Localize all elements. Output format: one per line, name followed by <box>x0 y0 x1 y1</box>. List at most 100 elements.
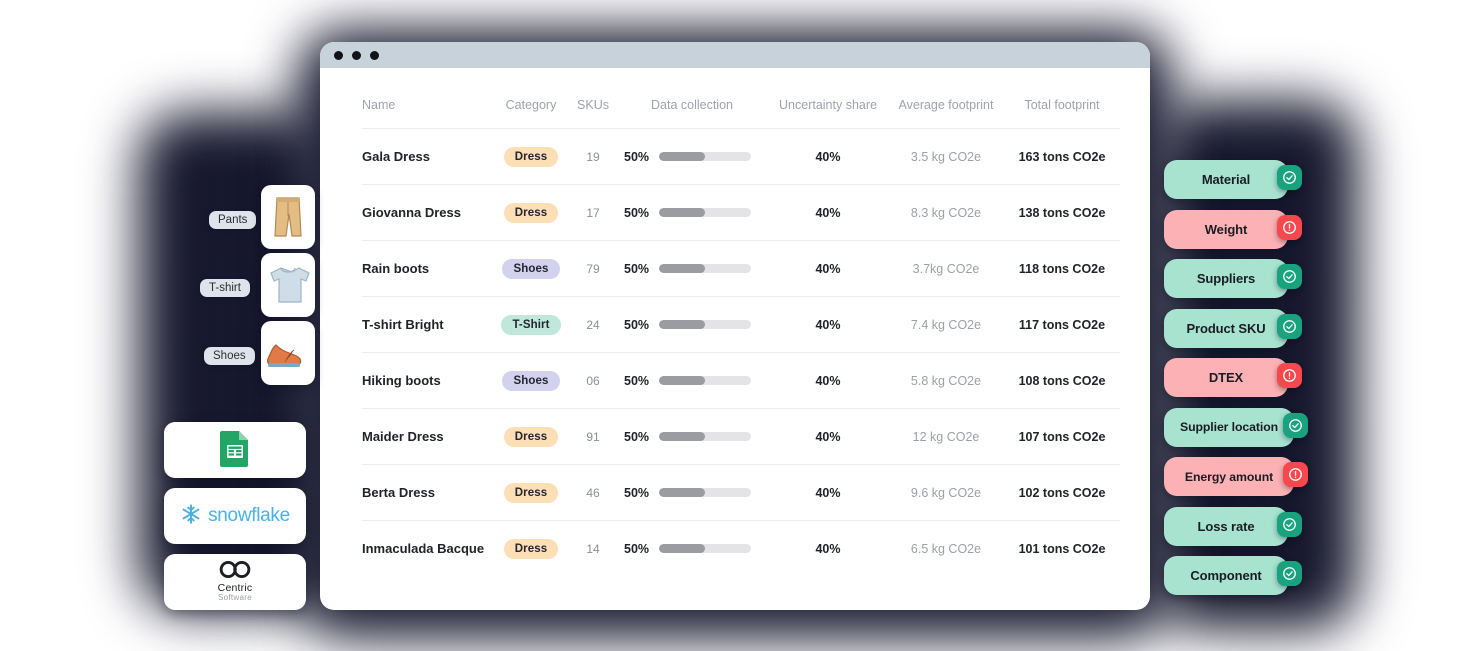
category-pill[interactable]: Dress <box>503 482 559 503</box>
alert-circle-icon[interactable] <box>1277 363 1302 388</box>
cell-average-footprint: 9.6 kg CO2e <box>910 485 982 500</box>
data-quality-badge-suppliers[interactable]: Suppliers <box>1164 259 1288 298</box>
alert-circle-icon[interactable] <box>1283 462 1308 487</box>
progress-bar-fill <box>659 544 706 554</box>
product-thumbnail-shoes[interactable]: Shoes <box>165 321 315 390</box>
traffic-light-maximize-icon[interactable] <box>370 50 379 60</box>
data-quality-badge-dtex[interactable]: DTEX <box>1164 358 1288 397</box>
table-row[interactable]: Inmaculada Bacque Dress 14 50% 40% 6.5 kg CO2… <box>362 520 1120 577</box>
integrations-rail: snowflake Centric Software <box>164 412 306 610</box>
product-label-chip: Shoes <box>204 347 255 365</box>
integration-google-sheets[interactable] <box>164 422 306 478</box>
integration-snowflake[interactable]: snowflake <box>164 488 306 544</box>
column-header-data_collection[interactable]: Data collection <box>616 98 768 129</box>
cell-skus: 06 <box>586 373 600 388</box>
category-pill[interactable]: Shoes <box>502 258 560 279</box>
column-header-name[interactable]: Name <box>362 98 492 129</box>
category-pill[interactable]: Dress <box>503 202 559 223</box>
cell-average-footprint: 12 kg CO2e <box>912 429 980 444</box>
snowflake-icon <box>180 503 202 530</box>
check-circle-icon[interactable] <box>1277 165 1302 190</box>
column-header-total_footprint[interactable]: Total footprint <box>1004 98 1120 129</box>
table-body: Gala Dress Dress 19 50% 40% 3.5 kg CO2e 163 to… <box>362 128 1120 577</box>
check-circle-icon[interactable] <box>1277 264 1302 289</box>
cell-product-name: Maider Dress <box>362 429 444 444</box>
cell-skus: 91 <box>586 429 600 444</box>
cell-data-collection: 50% <box>616 297 768 353</box>
table-row[interactable]: T-shirt Bright T-Shirt 24 50% 40% 7.4 kg CO2e… <box>362 296 1120 353</box>
check-circle-icon[interactable] <box>1277 313 1302 339</box>
data-collection-percent: 50% <box>624 317 650 332</box>
cell-total-footprint: 163 tons CO2e <box>1018 149 1106 164</box>
column-header-skus[interactable]: SKUs <box>570 98 616 129</box>
data-quality-badge-product-sku[interactable]: Product SKU <box>1164 308 1288 348</box>
progress-bar-fill <box>659 376 706 385</box>
cell-skus: 17 <box>586 205 600 220</box>
data-collection-percent: 50% <box>624 541 650 556</box>
badge-row: Material <box>1164 160 1302 209</box>
check-circle-icon[interactable] <box>1283 412 1308 438</box>
cell-average-footprint: 8.3 kg CO2e <box>910 205 982 220</box>
cell-average-footprint: 5.8 kg CO2e <box>910 373 982 388</box>
integration-centric-software[interactable]: Centric Software <box>164 554 306 610</box>
category-pill[interactable]: Dress <box>503 426 559 447</box>
progress-bar-fill <box>659 432 706 441</box>
column-header-uncertainty[interactable]: Uncertainty share <box>768 98 888 129</box>
column-header-average_footprint[interactable]: Average footprint <box>888 98 1004 129</box>
cell-total-footprint: 102 tons CO2e <box>1018 485 1106 500</box>
product-thumbnail-pants[interactable]: Pants <box>165 185 315 254</box>
data-quality-badge-material[interactable]: Material <box>1164 160 1288 199</box>
category-pill[interactable]: Shoes <box>502 370 560 391</box>
table-row[interactable]: Berta Dress Dress 46 50% 40% 9.6 kg CO2e 102 t… <box>362 464 1120 521</box>
cell-total-footprint: 118 tons CO2e <box>1018 261 1106 276</box>
cell-data-collection: 50% <box>616 409 768 465</box>
data-collection-percent: 50% <box>624 261 650 276</box>
data-quality-badge-loss-rate[interactable]: Loss rate <box>1164 506 1288 546</box>
cell-uncertainty-share: 40% <box>815 541 841 556</box>
product-thumbnail-rail: Pants T-shirt Shoes <box>165 185 315 390</box>
traffic-light-close-icon[interactable] <box>334 50 343 60</box>
product-label-chip: T-shirt <box>200 279 250 297</box>
data-collection-progress-bar <box>659 544 752 554</box>
product-label-chip: Pants <box>209 211 257 229</box>
cell-total-footprint: 101 tons CO2e <box>1018 541 1106 556</box>
progress-bar-fill <box>659 320 706 329</box>
check-circle-icon[interactable] <box>1277 511 1302 537</box>
cell-total-footprint: 117 tons CO2e <box>1018 317 1106 332</box>
table-row[interactable]: Hiking boots Shoes 06 50% 40% 5.8 kg CO2e 108 … <box>362 352 1120 409</box>
data-collection-percent: 50% <box>624 485 650 500</box>
centric-infinity-icon <box>218 561 252 583</box>
check-circle-icon[interactable] <box>1277 561 1302 586</box>
traffic-light-minimize-icon[interactable] <box>352 50 361 60</box>
data-quality-badge-supplier-location[interactable]: Supplier location <box>1164 407 1294 447</box>
data-collection-percent: 50% <box>624 429 650 444</box>
category-pill[interactable]: T-Shirt <box>501 314 561 335</box>
cell-product-name: T-shirt Bright <box>362 317 444 332</box>
browser-window: Name Category SKUs Data collection Uncertain… <box>320 42 1150 610</box>
product-thumbnail-t-shirt[interactable]: T-shirt <box>165 253 315 322</box>
cell-uncertainty-share: 40% <box>815 261 841 276</box>
data-quality-badge-weight[interactable]: Weight <box>1164 209 1288 249</box>
data-quality-badge-component[interactable]: Component <box>1164 556 1288 595</box>
snowflake-wordmark: snowflake <box>208 505 290 526</box>
badge-row: Loss rate <box>1164 506 1302 556</box>
data-quality-badge-energy-amount[interactable]: Energy amount <box>1164 457 1294 496</box>
cell-average-footprint: 6.5 kg CO2e <box>910 541 982 556</box>
table-row[interactable]: Gala Dress Dress 19 50% 40% 3.5 kg CO2e 163 to… <box>362 128 1120 185</box>
cell-total-footprint: 107 tons CO2e <box>1018 429 1106 444</box>
data-collection-progress-bar <box>659 432 752 441</box>
alert-circle-icon[interactable] <box>1277 214 1302 240</box>
table-row[interactable]: Rain boots Shoes 79 50% 40% 3.7kg CO2e 118 ton… <box>362 240 1120 297</box>
cell-data-collection: 50% <box>616 185 768 241</box>
data-quality-badge-rail: Material Weight Suppliers Product SKU DTEX Su… <box>1164 160 1308 606</box>
category-pill[interactable]: Dress <box>503 538 559 559</box>
cell-uncertainty-share: 40% <box>815 317 841 332</box>
table-row[interactable]: Giovanna Dress Dress 17 50% 40% 8.3 kg CO2e 13… <box>362 184 1120 241</box>
column-header-category[interactable]: Category <box>492 98 570 129</box>
cell-category: Shoes <box>492 241 570 297</box>
category-pill[interactable]: Dress <box>503 146 559 167</box>
table-header: Name Category SKUs Data collection Uncertain… <box>362 98 1120 129</box>
cell-category: Dress <box>492 129 570 185</box>
table-row[interactable]: Maider Dress Dress 91 50% 40% 12 kg CO2e 107 t… <box>362 408 1120 465</box>
cell-uncertainty-share: 40% <box>815 205 841 220</box>
